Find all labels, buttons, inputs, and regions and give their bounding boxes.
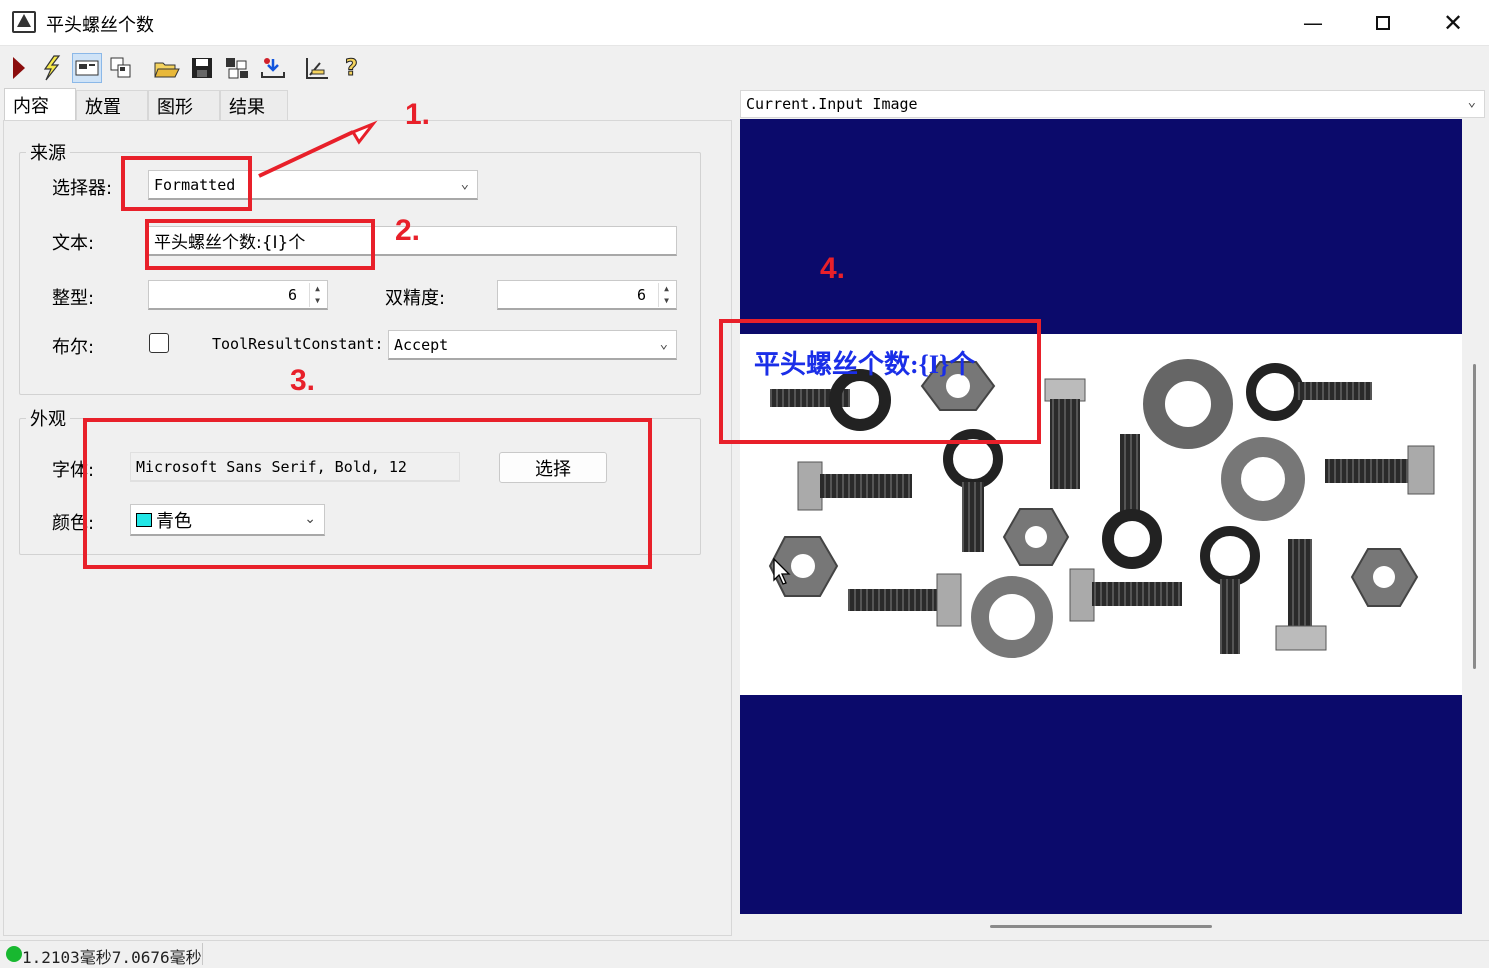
text-label: 文本: [52, 233, 95, 254]
display-icon [75, 60, 99, 76]
status-indicator-icon [6, 946, 22, 962]
tab-content[interactable]: 内容 [4, 88, 76, 120]
save-icon [192, 58, 212, 78]
annotation-box-2 [145, 219, 375, 270]
minimize-icon: — [1303, 11, 1323, 35]
tab-results[interactable]: 结果 [220, 90, 288, 120]
run-button[interactable] [4, 53, 34, 83]
spin-arrows-icon[interactable]: ▲ ▼ [309, 283, 325, 307]
grid-button[interactable] [222, 53, 252, 83]
lightning-icon [43, 55, 61, 81]
copy-button[interactable] [106, 53, 136, 83]
image-display[interactable]: 平头螺丝个数:{I}个 [740, 119, 1462, 914]
copy-icon [110, 57, 131, 78]
lightning-button[interactable] [36, 53, 66, 83]
close-button[interactable]: ✕ [1418, 0, 1488, 46]
maximize-button[interactable] [1348, 0, 1418, 46]
display-button[interactable] [72, 53, 102, 83]
vertical-scrollbar[interactable] [1463, 119, 1485, 914]
selector-label: 选择器: [52, 178, 113, 199]
annotation-number-1: 1. [405, 98, 431, 131]
svg-text:?: ? [345, 56, 358, 81]
image-source-dropdown[interactable]: Current.Input Image ⌄ [740, 90, 1485, 118]
measure-icon [306, 58, 328, 79]
maximize-icon [1376, 16, 1390, 30]
appearance-group-title: 外观 [26, 405, 70, 431]
annotation-arrow-icon [258, 120, 378, 178]
chevron-down-icon: ⌄ [460, 176, 469, 192]
annotation-box-3 [83, 418, 652, 569]
measure-button[interactable] [302, 53, 332, 83]
close-icon: ✕ [1442, 9, 1464, 37]
annotation-number-2: 2. [395, 214, 421, 247]
spin-arrows-icon[interactable]: ▲ ▼ [658, 283, 674, 307]
int-label: 整型: [52, 288, 95, 309]
title-bar: 平头螺丝个数 — ✕ [0, 0, 1489, 46]
bool-label: 布尔: [52, 337, 95, 358]
horizontal-scrollbar-thumb[interactable] [990, 925, 1212, 928]
tool-result-dropdown[interactable]: Accept ⌄ [388, 330, 677, 360]
window-title: 平头螺丝个数 [46, 15, 154, 36]
toolbar: ? [0, 47, 1489, 87]
int-stepper[interactable]: 6 ▲ ▼ [148, 280, 328, 310]
tool-result-label: ToolResultConstant: [212, 335, 384, 353]
annotation-number-3: 3. [290, 364, 316, 397]
int-value: 6 [287, 285, 297, 304]
save-button[interactable] [187, 53, 217, 83]
horizontal-scrollbar[interactable] [740, 915, 1462, 937]
bool-checkbox[interactable] [149, 333, 169, 353]
tool-result-value: Accept [394, 335, 449, 354]
grid-icon [226, 58, 248, 79]
tab-placement[interactable]: 放置 [76, 90, 148, 120]
double-value: 6 [636, 285, 646, 304]
double-label: 双精度: [385, 288, 446, 309]
annotation-number-4: 4. [820, 252, 846, 285]
minimize-button[interactable]: — [1278, 0, 1348, 46]
status-divider [202, 943, 203, 965]
tab-graphics[interactable]: 图形 [148, 90, 220, 120]
help-icon: ? [345, 56, 359, 82]
open-folder-icon [154, 62, 180, 78]
annotation-box-4 [719, 319, 1041, 444]
source-group-title: 来源 [26, 139, 70, 165]
open-button[interactable] [152, 53, 182, 83]
double-stepper[interactable]: 6 ▲ ▼ [497, 280, 677, 310]
vertical-scrollbar-thumb[interactable] [1473, 364, 1476, 669]
annotation-box-1 [121, 156, 252, 211]
app-logo-icon [12, 11, 36, 33]
import-button[interactable] [258, 53, 288, 83]
run-icon [13, 57, 25, 79]
chevron-down-icon: ⌄ [659, 336, 668, 352]
chevron-down-icon: ⌄ [1467, 94, 1476, 110]
status-timing: 1.2103毫秒7.0676毫秒 [22, 948, 202, 967]
image-source-value: Current.Input Image [746, 95, 918, 113]
cursor-icon [773, 558, 791, 585]
status-bar: 1.2103毫秒7.0676毫秒 [0, 940, 1489, 967]
import-icon [261, 58, 285, 78]
help-button[interactable]: ? [338, 53, 368, 83]
